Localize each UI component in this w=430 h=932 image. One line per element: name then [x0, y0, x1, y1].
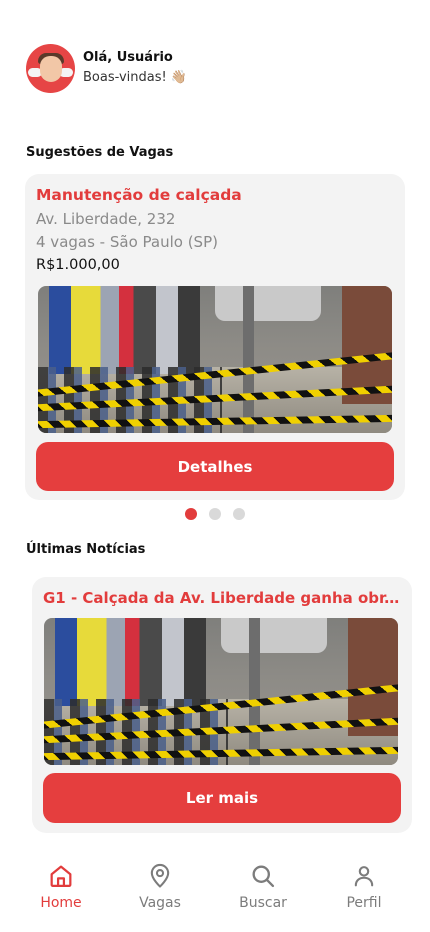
greeting-block: Olá, Usuário Boas-vindas! 👋🏼 [83, 48, 187, 89]
job-photo [38, 286, 392, 433]
carousel-pagination [185, 508, 245, 520]
nav-label-home: Home [40, 895, 82, 911]
welcome-text: Boas-vindas! 👋🏼 [83, 70, 188, 85]
job-address: Av. Liberdade, 232 [36, 210, 176, 228]
news-photo [44, 618, 398, 765]
map-pin-icon [150, 863, 170, 888]
details-button[interactable]: Detalhes [36, 442, 394, 491]
nav-item-home[interactable]: Home [10, 852, 112, 911]
pagination-dot[interactable] [233, 508, 245, 520]
job-vagas: 4 vagas - São Paulo (SP) [36, 233, 218, 251]
search-icon [252, 865, 275, 888]
nav-label-vagas: Vagas [139, 895, 181, 911]
news-card[interactable]: G1 - Calçada da Av. Liberdade ganha obr.… [32, 577, 412, 833]
header: Olá, Usuário Boas-vindas! 👋🏼 [26, 44, 187, 93]
home-icon [50, 865, 72, 888]
job-price: R$1.000,00 [36, 257, 120, 273]
avatar[interactable] [26, 44, 75, 93]
bottom-nav: Home Vagas Buscar Perfil [0, 852, 430, 932]
greeting-text: Olá, Usuário [83, 50, 173, 65]
nav-label-buscar: Buscar [239, 895, 287, 911]
nav-item-buscar[interactable]: Buscar [212, 852, 314, 911]
suggestions-title: Sugestões de Vagas [26, 145, 174, 160]
news-title: Últimas Notícias [26, 542, 146, 557]
nav-item-perfil[interactable]: Perfil [313, 852, 415, 911]
user-icon [354, 866, 374, 887]
job-title: Manutenção de calçada [36, 186, 242, 204]
nav-label-perfil: Perfil [346, 895, 382, 911]
avatar-face [40, 56, 62, 82]
pagination-dot[interactable] [209, 508, 221, 520]
job-card[interactable]: Manutenção de calçada Av. Liberdade, 232… [25, 174, 405, 500]
read-more-button[interactable]: Ler mais [43, 773, 401, 823]
pagination-dot[interactable] [185, 508, 197, 520]
news-headline[interactable]: G1 - Calçada da Av. Liberdade ganha obr.… [43, 589, 401, 607]
nav-item-vagas[interactable]: Vagas [109, 852, 211, 911]
